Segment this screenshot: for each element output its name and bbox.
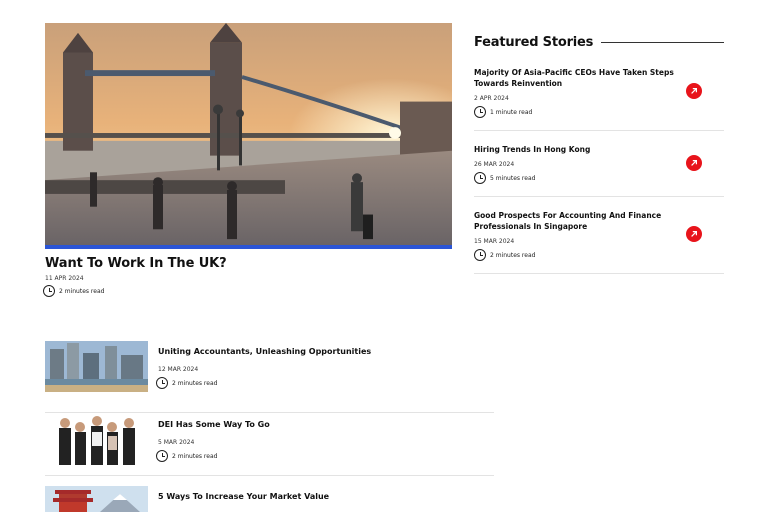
list-item-thumbnail[interactable] [45,414,148,465]
arrow-up-right-icon [691,160,697,166]
featured-item-date: 2 APR 2024 [474,95,509,102]
featured-item-read-time: 1 minute read [474,106,724,118]
list-item-title[interactable]: Uniting Accountants, Unleashing Opportun… [158,347,371,356]
list-item-thumbnail[interactable] [45,486,148,512]
arrow-up-right-icon [691,231,697,237]
clock-icon [474,249,486,261]
featured-title: Featured Stories [474,35,594,50]
list-item-title[interactable]: DEI Has Some Way To Go [158,420,270,429]
list-item-read-time: 2 minutes read [156,450,217,462]
arrow-up-right-icon [691,88,697,94]
clock-icon [43,285,55,297]
hero-title[interactable]: Want To Work In The UK? [45,256,227,271]
featured-item[interactable]: Good Prospects For Accounting And Financ… [474,210,724,274]
featured-item-title[interactable]: Hiring Trends In Hong Kong [474,144,674,155]
open-article-button[interactable] [686,155,702,171]
open-article-button[interactable] [686,83,702,99]
clock-icon [474,172,486,184]
list-item-date: 12 MAR 2024 [158,366,199,373]
clock-icon [474,106,486,118]
clock-icon [156,377,168,389]
list-item-title[interactable]: 5 Ways To Increase Your Market Value [158,492,329,501]
list-item[interactable]: 5 Ways To Increase Your Market Value [45,486,494,512]
read-time-label: 2 minutes read [172,379,218,387]
list-item-date: 5 MAR 2024 [158,439,195,446]
read-time-label: 2 minutes read [490,251,536,259]
list-item-read-time: 2 minutes read [156,377,217,389]
list-item[interactable]: Uniting Accountants, Unleashing Opportun… [45,341,494,413]
featured-divider [601,42,724,43]
featured-item-title[interactable]: Good Prospects For Accounting And Financ… [474,210,674,232]
featured-item[interactable]: Majority Of Asia-Pacific CEOs Have Taken… [474,67,724,131]
featured-item-date: 15 MAR 2024 [474,238,515,245]
featured-item-title[interactable]: Majority Of Asia-Pacific CEOs Have Taken… [474,67,674,89]
read-time-label: 2 minutes read [59,287,105,295]
read-time-label: 5 minutes read [490,174,536,182]
clock-icon [156,450,168,462]
featured-header: Featured Stories [474,35,724,50]
open-article-button[interactable] [686,226,702,242]
featured-item-read-time: 5 minutes read [474,172,724,184]
read-time-label: 2 minutes read [172,452,218,460]
hero-read-time: 2 minutes read [43,285,104,297]
list-item[interactable]: DEI Has Some Way To Go 5 MAR 2024 2 minu… [45,414,494,476]
hero-date: 11 APR 2024 [45,275,84,282]
hero-image[interactable] [45,23,452,249]
list-item-thumbnail[interactable] [45,341,148,392]
featured-item-read-time: 2 minutes read [474,249,724,261]
featured-item[interactable]: Hiring Trends In Hong Kong 26 MAR 2024 5… [474,144,724,197]
read-time-label: 1 minute read [490,108,533,116]
